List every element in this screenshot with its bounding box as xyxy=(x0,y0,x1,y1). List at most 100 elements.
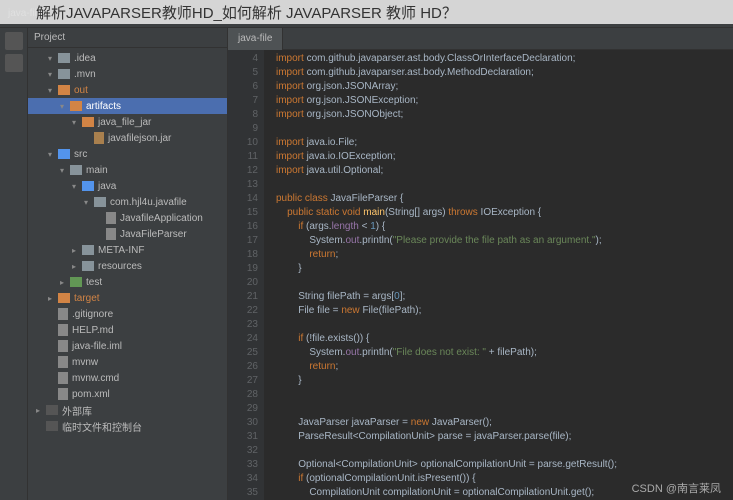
editor-tab[interactable]: java-file xyxy=(228,28,283,50)
code-line[interactable]: import org.json.JSONObject; xyxy=(276,108,733,122)
tree-item[interactable]: java-file.iml xyxy=(28,338,227,354)
folder-icon xyxy=(58,149,70,159)
folder-icon xyxy=(58,356,68,368)
tree-arrow-icon[interactable]: ▾ xyxy=(60,102,70,111)
tree-item-label: java_file_jar xyxy=(98,117,151,128)
folder-icon xyxy=(58,85,70,95)
code-line[interactable]: System.out.println("File does not exist:… xyxy=(276,346,733,360)
tree-item[interactable]: JavafileApplication xyxy=(28,210,227,226)
tree-arrow-icon[interactable]: ▾ xyxy=(72,182,82,191)
code-line[interactable]: public class JavaFileParser { xyxy=(276,192,733,206)
code-line[interactable] xyxy=(276,276,733,290)
code-line[interactable] xyxy=(276,178,733,192)
tab-label: java-file xyxy=(238,33,272,44)
code-line[interactable] xyxy=(276,388,733,402)
project-tool-icon[interactable] xyxy=(5,32,23,50)
code-line[interactable] xyxy=(276,122,733,136)
code-line[interactable] xyxy=(276,402,733,416)
tree-arrow-icon[interactable]: ▾ xyxy=(60,166,70,175)
line-number: 20 xyxy=(230,276,258,290)
line-number: 23 xyxy=(230,318,258,332)
tree-arrow-icon[interactable]: ▸ xyxy=(72,246,82,255)
line-number: 17 xyxy=(230,234,258,248)
folder-icon xyxy=(46,421,58,431)
code-line[interactable]: import org.json.JSONArray; xyxy=(276,80,733,94)
code-line[interactable]: import com.github.javaparser.ast.body.Cl… xyxy=(276,52,733,66)
code-line[interactable]: import java.io.IOException; xyxy=(276,150,733,164)
tree-arrow-icon[interactable]: ▸ xyxy=(48,294,58,303)
tree-item[interactable]: ▾ src xyxy=(28,146,227,162)
tree-item[interactable]: 临时文件和控制台 xyxy=(28,418,227,434)
tree-item[interactable]: mvnw xyxy=(28,354,227,370)
tree-item[interactable]: ▾java xyxy=(28,178,227,194)
code-line[interactable] xyxy=(276,318,733,332)
project-panel-header[interactable]: Project xyxy=(28,28,227,48)
tree-item[interactable]: ▾artifacts xyxy=(28,98,227,114)
line-number: 31 xyxy=(230,430,258,444)
tree-arrow-icon[interactable]: ▸ xyxy=(60,278,70,287)
tree-item[interactable]: ▸外部库 xyxy=(28,402,227,418)
tree-item-label: com.hjl4u.javafile xyxy=(110,197,187,208)
code-line[interactable]: import com.github.javaparser.ast.body.Me… xyxy=(276,66,733,80)
tree-arrow-icon[interactable]: ▾ xyxy=(48,54,58,63)
project-tree: ▾.idea▾.mvn▾out▾artifacts▾java_file_jarj… xyxy=(28,48,227,436)
code-line[interactable]: Optional<CompilationUnit> optionalCompil… xyxy=(276,458,733,472)
code-line[interactable] xyxy=(276,444,733,458)
tree-item[interactable]: JavaFileParser xyxy=(28,226,227,242)
left-gutter-toolbar xyxy=(0,28,28,500)
tree-item[interactable]: mvnw.cmd xyxy=(28,370,227,386)
tree-item[interactable]: javafilejson.jar xyxy=(28,130,227,146)
tree-arrow-icon[interactable]: ▾ xyxy=(48,150,58,159)
code-content[interactable]: import com.github.javaparser.ast.body.Cl… xyxy=(264,50,733,500)
code-editor[interactable]: 4567891011121314151617181920212223242526… xyxy=(228,50,733,500)
line-number: 11 xyxy=(230,150,258,164)
tree-item[interactable]: HELP.md xyxy=(28,322,227,338)
code-line[interactable]: return; xyxy=(276,360,733,374)
code-line[interactable]: if (!file.exists()) { xyxy=(276,332,733,346)
code-line[interactable]: return; xyxy=(276,248,733,262)
line-number: 30 xyxy=(230,416,258,430)
tree-item[interactable]: ▸test xyxy=(28,274,227,290)
line-number: 33 xyxy=(230,458,258,472)
panel-title: Project xyxy=(34,32,65,43)
tree-item[interactable]: ▾ java_file_jar xyxy=(28,114,227,130)
line-number: 21 xyxy=(230,290,258,304)
tree-item[interactable]: ▾ main xyxy=(28,162,227,178)
tree-arrow-icon[interactable]: ▸ xyxy=(36,406,46,415)
code-line[interactable]: String filePath = args[0]; xyxy=(276,290,733,304)
line-number: 22 xyxy=(230,304,258,318)
tree-arrow-icon[interactable]: ▸ xyxy=(72,262,82,271)
tree-arrow-icon[interactable]: ▾ xyxy=(72,118,82,127)
tree-arrow-icon[interactable]: ▾ xyxy=(48,70,58,79)
tree-item[interactable]: ▾ .mvn xyxy=(28,66,227,82)
folder-icon xyxy=(58,69,70,79)
tree-item[interactable]: ▾.idea xyxy=(28,50,227,66)
tree-item[interactable]: pom.xml xyxy=(28,386,227,402)
code-line[interactable]: File file = new File(filePath); xyxy=(276,304,733,318)
code-line[interactable]: public static void main(String[] args) t… xyxy=(276,206,733,220)
code-line[interactable]: import org.json.JSONException; xyxy=(276,94,733,108)
code-line[interactable]: } xyxy=(276,262,733,276)
tree-item[interactable]: ▾ com.hjl4u.javafile xyxy=(28,194,227,210)
code-line[interactable]: } xyxy=(276,374,733,388)
tree-item-label: .mvn xyxy=(74,69,96,80)
tree-item-label: main xyxy=(86,165,108,176)
tree-arrow-icon[interactable]: ▾ xyxy=(48,86,58,95)
code-line[interactable]: JavaParser javaParser = new JavaParser()… xyxy=(276,416,733,430)
code-line[interactable]: ParseResult<CompilationUnit> parse = jav… xyxy=(276,430,733,444)
code-line[interactable]: if (args.length < 1) { xyxy=(276,220,733,234)
structure-tool-icon[interactable] xyxy=(5,54,23,72)
tree-item-label: java-file.iml xyxy=(72,341,122,352)
folder-icon xyxy=(82,117,94,127)
tree-item[interactable]: ▸resources xyxy=(28,258,227,274)
code-line[interactable]: System.out.println("Please provide the f… xyxy=(276,234,733,248)
code-line[interactable]: import java.io.File; xyxy=(276,136,733,150)
tree-arrow-icon[interactable]: ▾ xyxy=(84,198,94,207)
tree-item[interactable]: ▸target xyxy=(28,290,227,306)
code-line[interactable]: import java.util.Optional; xyxy=(276,164,733,178)
tree-item[interactable]: ▸META-INF xyxy=(28,242,227,258)
tree-item[interactable]: ▾out xyxy=(28,82,227,98)
line-number: 34 xyxy=(230,472,258,486)
tree-item[interactable]: .gitignore xyxy=(28,306,227,322)
tree-item-label: src xyxy=(74,149,87,160)
